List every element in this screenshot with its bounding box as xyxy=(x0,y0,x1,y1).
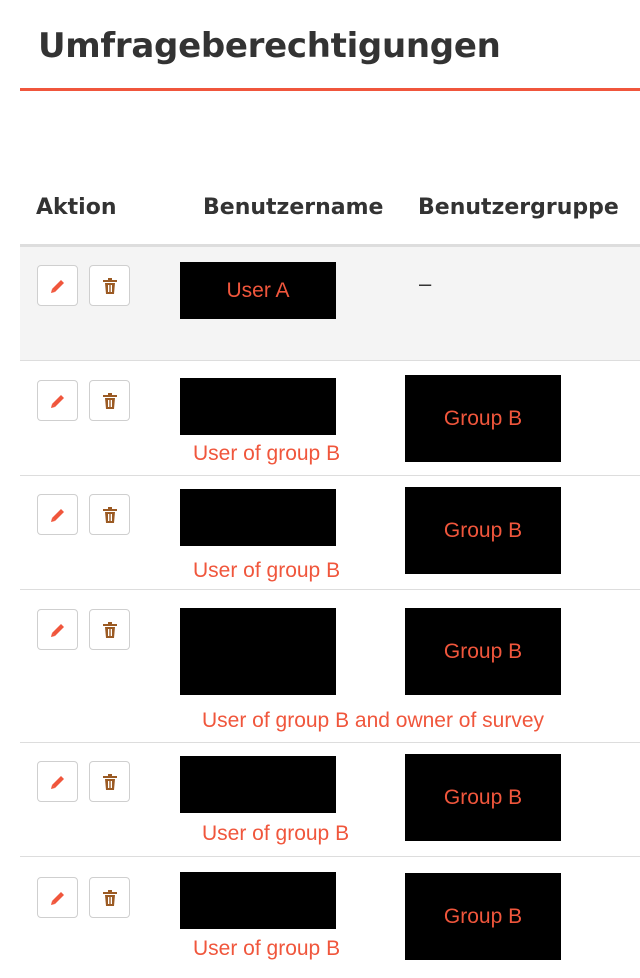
trash-icon xyxy=(102,392,117,409)
row-annotation: User of group B xyxy=(202,822,350,845)
edit-button[interactable] xyxy=(37,761,78,802)
delete-button[interactable] xyxy=(89,609,130,650)
table-row: Group B User of group B xyxy=(20,361,640,476)
edit-button[interactable] xyxy=(37,609,78,650)
table-header: Aktion Benutzername Benutzergruppe xyxy=(20,190,640,247)
username-cell: User A xyxy=(180,262,336,319)
row-annotation: User of group B xyxy=(193,442,341,465)
usergroup-cell: Group B xyxy=(405,873,561,960)
table-row: Group B User of group B xyxy=(20,857,640,978)
table-row: User A – xyxy=(20,247,640,361)
usergroup-cell: Group B xyxy=(405,754,561,841)
username-cell-redacted xyxy=(180,378,336,435)
trash-icon xyxy=(102,773,117,790)
row-annotation: User of group B and owner of survey xyxy=(202,709,545,732)
usergroup-cell: Group B xyxy=(405,375,561,462)
delete-button[interactable] xyxy=(89,380,130,421)
trash-icon xyxy=(102,621,117,638)
usergroup-cell: Group B xyxy=(405,608,561,695)
table-row: Group B User of group B xyxy=(20,743,640,857)
edit-button[interactable] xyxy=(37,494,78,535)
page-title: Umfrageberechtigungen xyxy=(38,26,501,66)
trash-icon xyxy=(102,277,117,294)
username-cell-redacted xyxy=(180,872,336,929)
delete-button[interactable] xyxy=(89,265,130,306)
username-cell-redacted xyxy=(180,608,336,695)
pencil-icon xyxy=(50,508,64,522)
pencil-icon xyxy=(50,279,64,293)
edit-button[interactable] xyxy=(37,877,78,918)
table-row: Group B User of group B xyxy=(20,476,640,590)
username-cell-redacted xyxy=(180,489,336,546)
edit-button[interactable] xyxy=(37,265,78,306)
delete-button[interactable] xyxy=(89,761,130,802)
row-annotation: User of group B xyxy=(193,937,341,960)
title-underline xyxy=(20,88,640,91)
pencil-icon xyxy=(50,394,64,408)
pencil-icon xyxy=(50,623,64,637)
usergroup-cell: – xyxy=(419,271,432,296)
trash-icon xyxy=(102,889,117,906)
column-header-action: Aktion xyxy=(36,195,117,220)
edit-button[interactable] xyxy=(37,380,78,421)
username-cell-redacted xyxy=(180,756,336,813)
table-row: Group B User of group B and owner of sur… xyxy=(20,590,640,743)
delete-button[interactable] xyxy=(89,494,130,535)
usergroup-cell: Group B xyxy=(405,487,561,574)
row-annotation: User of group B xyxy=(193,559,341,582)
column-header-username: Benutzername xyxy=(203,195,384,220)
pencil-icon xyxy=(50,775,64,789)
column-header-usergroup: Benutzergruppe xyxy=(418,195,619,220)
trash-icon xyxy=(102,506,117,523)
pencil-icon xyxy=(50,891,64,905)
delete-button[interactable] xyxy=(89,877,130,918)
